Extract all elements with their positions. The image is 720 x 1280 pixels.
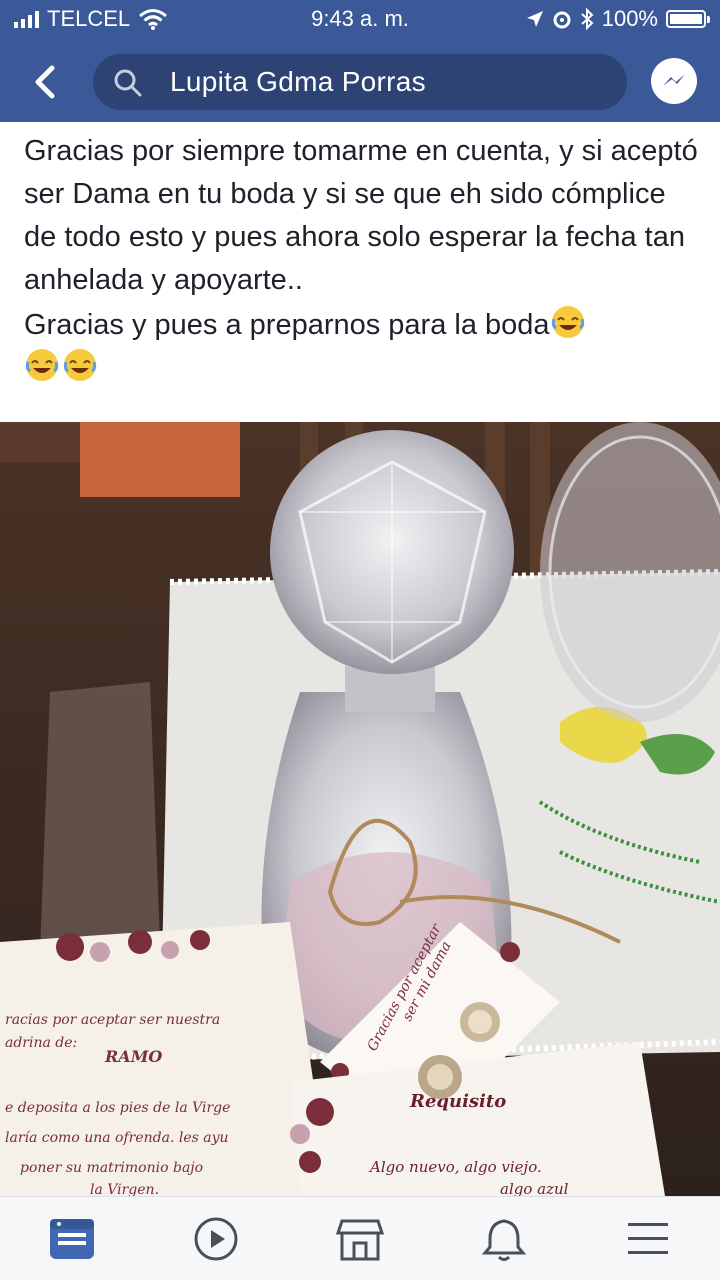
laughing-emoji-icon: [25, 349, 59, 381]
battery-icon: [666, 10, 710, 28]
search-text: Lupita Gdma Porras: [170, 66, 426, 97]
laughing-emoji-icon: [63, 349, 97, 381]
news-feed-icon[interactable]: [48, 1215, 96, 1263]
messenger-button[interactable]: [651, 58, 697, 104]
marketplace-icon[interactable]: [336, 1215, 384, 1263]
messenger-icon: [663, 74, 685, 86]
battery-fill: [670, 14, 702, 24]
card2-line-2: algo azul: [500, 1180, 569, 1196]
notifications-bell-icon[interactable]: [480, 1215, 528, 1263]
chevron-left-icon[interactable]: [30, 62, 62, 102]
card-line-7: la Virgen.: [90, 1182, 159, 1196]
card-line-1: racias por aceptar ser nuestra: [5, 1012, 220, 1028]
card-line-6: poner su matrimonio bajo: [20, 1160, 203, 1176]
menu-icon[interactable]: [624, 1215, 672, 1263]
post-photo[interactable]: racias por aceptar ser nuestra adrina de…: [0, 422, 720, 1196]
watch-video-icon[interactable]: [192, 1215, 240, 1263]
emoji-row: [24, 347, 704, 390]
bluetooth-icon: [581, 8, 594, 30]
photo-illustration: racias por aceptar ser nuestra adrina de…: [0, 422, 720, 1196]
search-bar[interactable]: Lupita Gdma Porras: [93, 54, 627, 110]
post-text: Gracias por siempre tomarme en cuenta, y…: [24, 130, 704, 390]
status-bar: TELCEL 9:43 a. m. 100%: [0, 0, 720, 38]
location-arrow-icon: [526, 11, 543, 27]
card-line-5: laría como una ofrenda. les ayu: [5, 1130, 229, 1146]
laughing-emoji-icon: [551, 306, 584, 338]
card2-title: Requisito: [409, 1091, 506, 1112]
bottom-tab-bar: [0, 1196, 720, 1280]
post-paragraph-2-line: Gracias y pues a preparnos para la boda: [24, 304, 704, 347]
post-paragraph-1: Gracias por siempre tomarme en cuenta, y…: [24, 135, 698, 296]
alarm-icon: [553, 11, 571, 29]
top-bar: TELCEL 9:43 a. m. 100% Lupita Gdma Porra…: [0, 0, 720, 122]
card-line-3: RAMO: [104, 1047, 162, 1066]
card-line-2: adrina de:: [5, 1035, 77, 1051]
card2-line-1: Algo nuevo, algo viejo.: [368, 1158, 542, 1176]
search-icon: [114, 69, 142, 97]
post-paragraph-2: Gracias y pues a preparnos para la boda: [24, 309, 550, 341]
card-line-4: e deposita a los pies de la Virge: [5, 1100, 230, 1116]
battery-percent: 100%: [601, 6, 658, 31]
